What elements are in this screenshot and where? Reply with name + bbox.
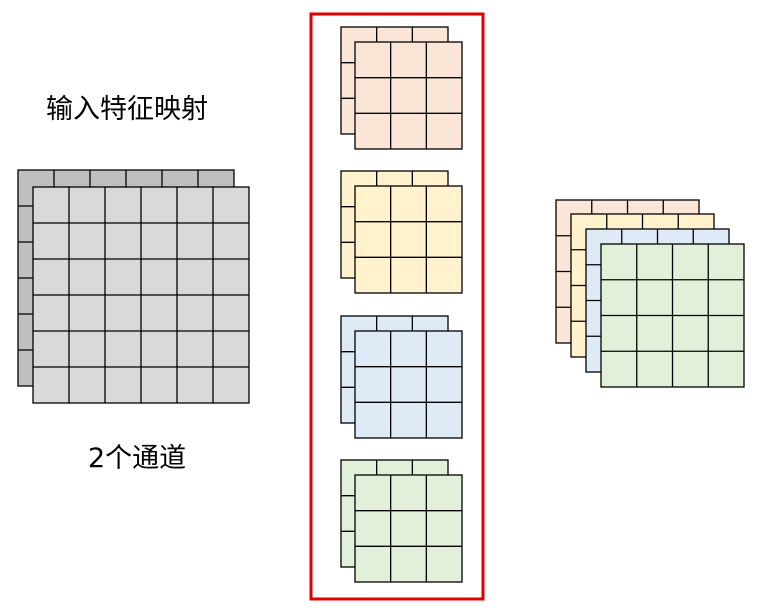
kernel-3-front	[354, 330, 463, 439]
input-channel-front	[32, 186, 250, 404]
kernel-4-front	[354, 474, 463, 583]
input-feature-map-title: 输入特征映射	[46, 94, 208, 125]
kernel-2-front-frame	[354, 185, 463, 294]
output-channel-4	[600, 243, 745, 388]
kernel-3-front-frame	[354, 330, 463, 439]
kernel-2-front	[354, 185, 463, 294]
input-channels-label: 2个通道	[88, 443, 187, 474]
kernel-1-front-frame	[354, 41, 463, 150]
kernel-4-front-frame	[354, 474, 463, 583]
kernel-1-front	[354, 41, 463, 150]
